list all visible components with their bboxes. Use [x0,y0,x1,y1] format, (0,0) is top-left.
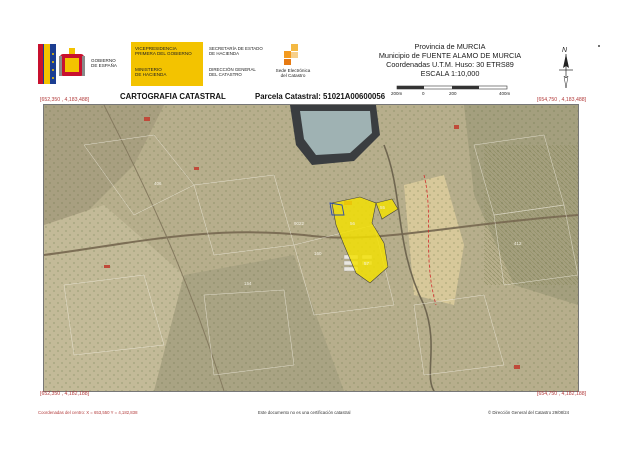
map-label-154: 154 [244,281,252,286]
map-title: CARTOGRAFIA CATASTRAL [120,92,226,101]
map-label-412: 412 [514,241,522,246]
min-line2: DE HACIENDA [135,72,167,78]
coord-bottom-left: [652,350 , 4,182,188] [40,391,90,397]
map-label-55: 55 [380,205,386,210]
map-label-406: 406 [154,181,162,186]
footer-center-coords: Coordenadas del centro: X = 653,550 Y = … [38,410,138,415]
ministry-panel: VICEPRESIDENCIA PRIMERA DEL GOBIERNO MIN… [131,42,203,86]
vice-line2: PRIMERA DEL GOBIERNO [135,51,192,57]
dir-line2: DEL CATASTRO [209,72,242,77]
coord-top-left: [652,350 , 4,183,488] [40,97,90,103]
sede-line2: del Catastro [280,73,306,79]
page-dot [598,45,600,47]
map-label-9022: 9022 [294,221,305,226]
map-label-56: 56 [350,221,356,226]
government-logo: GOBIERNO DE ESPAÑA VICEPRESIDENCIA PRIME… [35,40,205,88]
footer-copyright: © Dirección General del Catastro 29/08/2… [488,410,570,415]
coord-bottom-right: [654,750 , 4,182,188] [537,391,587,397]
sede-electronica-block: Sede Electrónica del Catastro [269,40,315,88]
coat-of-arms-icon [59,48,85,76]
map-label-160: 160 [314,251,322,256]
coordinate-system: Coordenadas U.T.M. Huso: 30 ETRS89 [386,60,514,69]
map-imagery: 56 55 57 160 9022 154 406 412 [44,105,578,391]
province-info: Provincia de MURCIA Municipio de FUENTE … [365,42,535,78]
gov-line2: DE ESPAÑA [91,63,117,69]
sede-logo-icon [284,44,298,65]
header: GOBIERNO DE ESPAÑA VICEPRESIDENCIA PRIME… [35,40,583,96]
north-arrow-icon: N [559,47,573,89]
title-bar: CARTOGRAFIA CATASTRAL Parcela Catastral:… [40,92,580,102]
province-name: Provincia de MURCIA [414,42,486,51]
map-label-57: 57 [364,261,370,266]
municipality-name: Municipio de FUENTE ALAMO DE MURCIA [378,51,522,60]
flag-icon [38,44,56,84]
coord-top-right: [654,750 , 4,183,488] [537,97,587,103]
aerial-map[interactable]: 56 55 57 160 9022 154 406 412 [43,104,579,392]
parcel-title: Parcela Catastral: 51021A00600056 [255,92,386,101]
map-scale: ESCALA 1:10,000 [420,69,480,78]
treasury-block: SECRETARÍA DE ESTADO DE HACIENDA DIRECCI… [207,40,267,88]
north-label: N [562,47,568,54]
sec-line2: DE HACIENDA [209,51,240,56]
footer-disclaimer: Este documento no es una certificación c… [258,410,351,415]
